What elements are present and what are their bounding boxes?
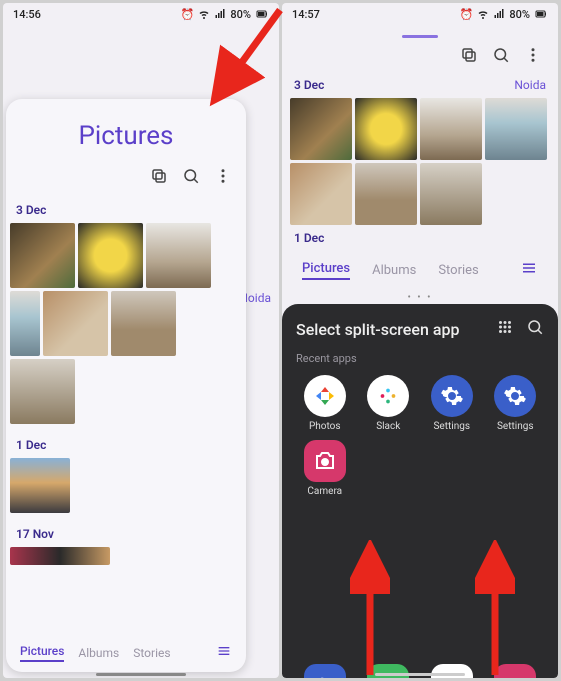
photo-thumb[interactable] xyxy=(10,359,75,424)
app-label: Camera xyxy=(307,486,342,497)
status-bar: 14:56 ⏰ 80% xyxy=(3,3,279,25)
app-camera[interactable] xyxy=(487,664,545,678)
floating-window[interactable]: Pictures 3 Dec 1 Dec 17 Nov xyxy=(6,99,246,672)
copy-icon[interactable] xyxy=(460,46,478,68)
tab-stories[interactable]: Stories xyxy=(133,646,170,660)
battery-icon xyxy=(534,8,548,20)
page-title: Pictures xyxy=(6,99,246,159)
tab-pictures[interactable]: Pictures xyxy=(20,644,64,662)
gear-icon xyxy=(494,375,536,417)
section-date: 17 Nov xyxy=(16,527,54,541)
section-date: 3 Dec xyxy=(294,78,324,92)
photo-thumb[interactable] xyxy=(10,291,40,356)
more-icon[interactable] xyxy=(214,167,232,189)
gear-icon xyxy=(431,375,473,417)
more-icon[interactable] xyxy=(524,46,542,68)
tab-pictures[interactable]: Pictures xyxy=(302,261,350,280)
panel-title: Select split-screen app xyxy=(296,320,484,339)
camera-icon xyxy=(304,440,346,482)
section-date: 3 Dec xyxy=(16,203,46,217)
photo-thumb[interactable] xyxy=(355,163,417,225)
photo-thumb[interactable] xyxy=(290,98,352,160)
section-date: 1 Dec xyxy=(294,231,324,245)
photo-thumb[interactable] xyxy=(78,223,143,288)
photo-thumb[interactable] xyxy=(355,98,417,160)
alarm-icon: ⏰ xyxy=(181,8,195,21)
app-settings[interactable]: Settings xyxy=(487,375,545,432)
slack-icon xyxy=(367,375,409,417)
photo-thumb[interactable] xyxy=(43,291,108,356)
app-label: Slack xyxy=(376,421,400,432)
section-date: 1 Dec xyxy=(16,438,46,452)
app-label: Settings xyxy=(497,421,534,432)
battery-text: 80% xyxy=(230,8,251,21)
photos-icon xyxy=(304,375,346,417)
photo-thumb[interactable] xyxy=(10,547,110,565)
thumbnail-grid xyxy=(6,223,246,430)
battery-text: 80% xyxy=(509,8,530,21)
nav-handle[interactable] xyxy=(375,673,465,676)
phone-right: 14:57 ⏰ 80% 3 Dec Noida xyxy=(282,3,558,678)
bottom-tabs: Pictures Albums Stories xyxy=(282,251,558,291)
hamburger-icon[interactable] xyxy=(216,643,232,662)
photo-thumb[interactable] xyxy=(420,98,482,160)
app-label: Settings xyxy=(433,421,470,432)
section-location: Noida xyxy=(514,78,546,92)
app-camera[interactable]: Camera xyxy=(296,440,354,497)
copy-icon[interactable] xyxy=(150,167,168,189)
photo-thumb[interactable] xyxy=(485,98,547,160)
toolbar xyxy=(6,159,246,195)
hamburger-icon[interactable] xyxy=(520,259,538,281)
separator-dots: • • • xyxy=(282,291,558,304)
photo-thumb[interactable] xyxy=(10,458,70,513)
app-bixby[interactable] xyxy=(296,664,354,678)
nav-handle[interactable] xyxy=(96,673,186,676)
panel-subtitle: Recent apps xyxy=(296,350,544,375)
tab-albums[interactable]: Albums xyxy=(78,646,119,660)
tab-albums[interactable]: Albums xyxy=(372,263,416,278)
wifi-icon xyxy=(477,8,489,20)
split-screen-picker: Select split-screen app Recent apps Phot… xyxy=(282,304,558,678)
tab-stories[interactable]: Stories xyxy=(438,263,478,278)
search-icon[interactable] xyxy=(182,167,200,189)
phone-left: 14:56 ⏰ 80% Noida Pictures 3 Dec xyxy=(3,3,279,678)
photo-thumb[interactable] xyxy=(420,163,482,225)
wifi-icon xyxy=(198,8,210,20)
status-time: 14:57 xyxy=(292,8,320,21)
section-header: 1 Dec xyxy=(6,430,246,458)
section-header: 3 Dec xyxy=(6,195,246,223)
app-slack[interactable]: Slack xyxy=(360,375,418,432)
drag-handle[interactable] xyxy=(402,35,438,38)
signal-icon xyxy=(493,8,505,20)
app-label: Photos xyxy=(309,421,341,432)
apps-grid-icon[interactable] xyxy=(496,318,514,340)
battery-icon xyxy=(255,8,269,20)
bixby-icon xyxy=(304,664,346,678)
photo-thumb[interactable] xyxy=(146,223,211,288)
status-time: 14:56 xyxy=(13,8,41,21)
photo-thumb[interactable] xyxy=(290,163,352,225)
photo-thumb[interactable] xyxy=(10,223,75,288)
search-icon[interactable] xyxy=(526,318,544,340)
app-photos[interactable]: Photos xyxy=(296,375,354,432)
toolbar xyxy=(282,44,558,76)
signal-icon xyxy=(214,8,226,20)
camera-icon xyxy=(494,664,536,678)
app-settings[interactable]: Settings xyxy=(423,375,481,432)
section-header: 17 Nov xyxy=(6,519,246,547)
search-icon[interactable] xyxy=(492,46,510,68)
alarm-icon: ⏰ xyxy=(460,8,474,21)
photo-thumb[interactable] xyxy=(111,291,176,356)
status-bar: 14:57 ⏰ 80% xyxy=(282,3,558,25)
bottom-tabs: Pictures Albums Stories xyxy=(6,633,246,672)
